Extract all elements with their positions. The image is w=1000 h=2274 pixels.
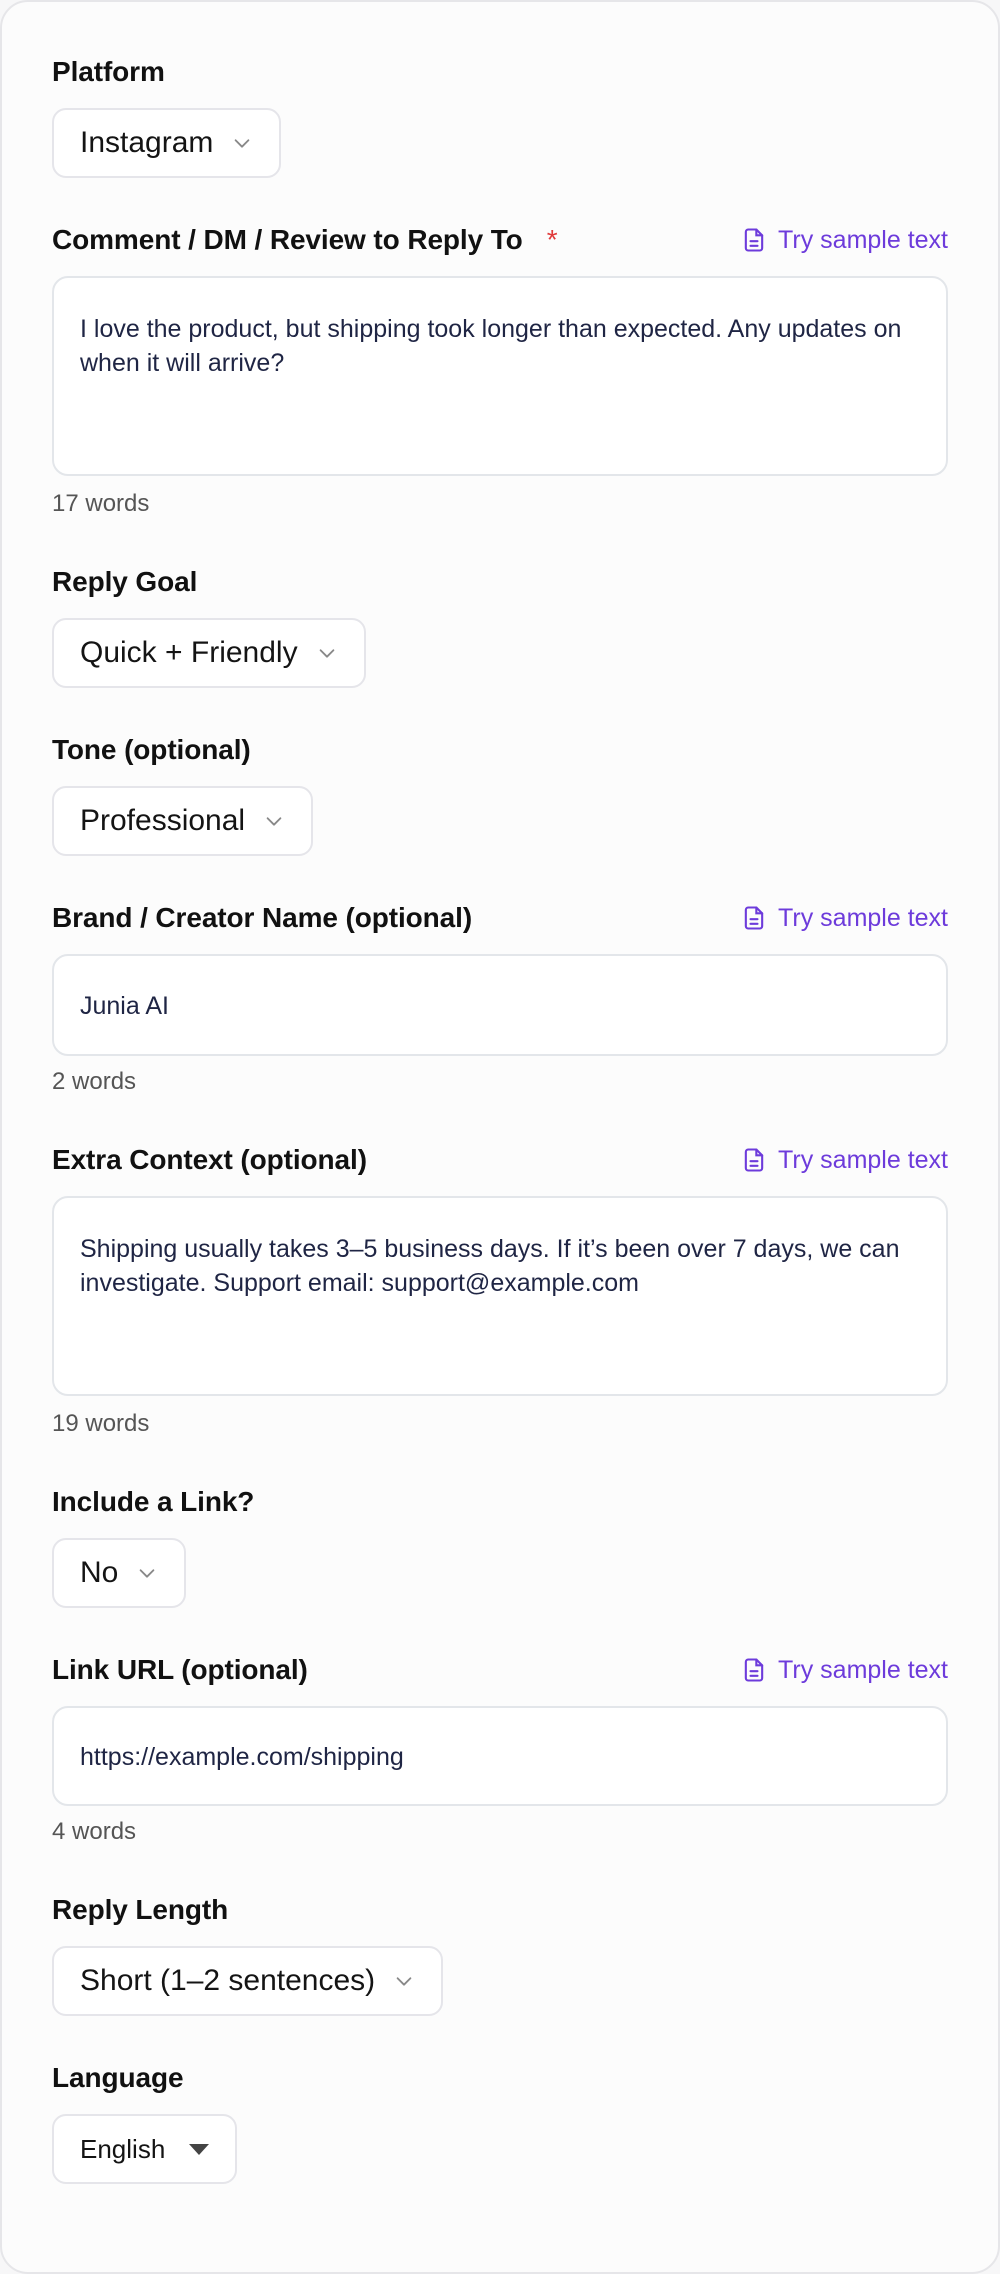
language-select[interactable]: English bbox=[52, 2114, 238, 2184]
comment-field: Comment / DM / Review to Reply To * Try s… bbox=[52, 220, 948, 517]
document-icon bbox=[744, 228, 764, 252]
platform-select[interactable]: Instagram bbox=[52, 108, 282, 178]
include-link-field: Include a Link? No bbox=[52, 1482, 948, 1608]
chevron-down-icon bbox=[396, 1977, 412, 1986]
extra-context-label: Extra Context (optional) bbox=[52, 1144, 367, 1175]
comment-textarea[interactable]: I love the product, but shipping took lo… bbox=[52, 276, 948, 476]
document-icon bbox=[744, 1148, 764, 1172]
try-sample-label: Try sample text bbox=[778, 903, 948, 932]
brand-field: Brand / Creator Name (optional) Try samp… bbox=[52, 898, 948, 1095]
comment-word-count: 17 words bbox=[52, 490, 150, 517]
chevron-down-icon bbox=[235, 139, 250, 148]
comment-try-sample-button[interactable]: Try sample text bbox=[740, 226, 948, 255]
tone-value: Professional bbox=[80, 804, 246, 837]
try-sample-label: Try sample text bbox=[778, 225, 948, 254]
reply-length-label: Reply Length bbox=[52, 1894, 229, 1925]
platform-label: Platform bbox=[52, 56, 165, 87]
extra-context-word-count: 19 words bbox=[52, 1410, 150, 1437]
document-icon bbox=[744, 906, 764, 930]
reply-length-value: Short (1–2 sentences) bbox=[80, 1964, 376, 1997]
link-url-try-sample-button[interactable]: Try sample text bbox=[740, 1656, 948, 1685]
reply-length-select[interactable]: Short (1–2 sentences) bbox=[52, 1946, 444, 2016]
language-value: English bbox=[80, 2133, 166, 2164]
document-icon bbox=[744, 1658, 764, 1682]
platform-select-value: Instagram bbox=[80, 126, 214, 159]
chevron-down-icon bbox=[266, 817, 282, 826]
try-sample-label: Try sample text bbox=[778, 1145, 948, 1174]
link-url-input[interactable]: https://example.com/shipping bbox=[52, 1706, 948, 1806]
reply-goal-label: Reply Goal bbox=[52, 566, 198, 597]
reply-goal-field: Reply Goal Quick + Friendly bbox=[52, 562, 948, 688]
include-link-select[interactable]: No bbox=[52, 1538, 187, 1608]
brand-word-count: 2 words bbox=[52, 1068, 137, 1095]
reply-length-field: Reply Length Short (1–2 sentences) bbox=[52, 1890, 948, 2016]
caret-down-icon bbox=[189, 2143, 210, 2155]
brand-input[interactable]: Junia AI bbox=[52, 954, 948, 1056]
form-card: Platform Instagram Comment / DM / Review… bbox=[0, 0, 1000, 2274]
tone-field: Tone (optional) Professional bbox=[52, 730, 948, 856]
extra-context-textarea[interactable]: Shipping usually takes 3–5 business days… bbox=[52, 1196, 948, 1396]
chevron-down-icon bbox=[140, 1569, 155, 1578]
extra-context-field: Extra Context (optional) Try sample text… bbox=[52, 1140, 948, 1437]
include-link-label: Include a Link? bbox=[52, 1486, 255, 1517]
brand-label: Brand / Creator Name (optional) bbox=[52, 902, 473, 933]
reply-goal-select[interactable]: Quick + Friendly bbox=[52, 618, 366, 688]
brand-try-sample-button[interactable]: Try sample text bbox=[740, 904, 948, 933]
link-url-word-count: 4 words bbox=[52, 1818, 137, 1845]
include-link-value: No bbox=[80, 1556, 119, 1589]
tone-select[interactable]: Professional bbox=[52, 786, 314, 856]
try-sample-label: Try sample text bbox=[778, 1655, 948, 1684]
comment-label: Comment / DM / Review to Reply To * bbox=[52, 224, 558, 255]
language-field: Language English bbox=[52, 2058, 948, 2184]
platform-field: Platform Instagram bbox=[52, 52, 948, 178]
language-label: Language bbox=[52, 2062, 184, 2093]
link-url-field: Link URL (optional) Try sample text http… bbox=[52, 1650, 948, 1845]
link-url-label: Link URL (optional) bbox=[52, 1654, 308, 1685]
extra-context-try-sample-button[interactable]: Try sample text bbox=[740, 1146, 948, 1175]
reply-goal-value: Quick + Friendly bbox=[80, 636, 298, 669]
tone-label: Tone (optional) bbox=[52, 734, 251, 765]
required-asterisk: * bbox=[546, 224, 558, 255]
chevron-down-icon bbox=[319, 649, 334, 658]
